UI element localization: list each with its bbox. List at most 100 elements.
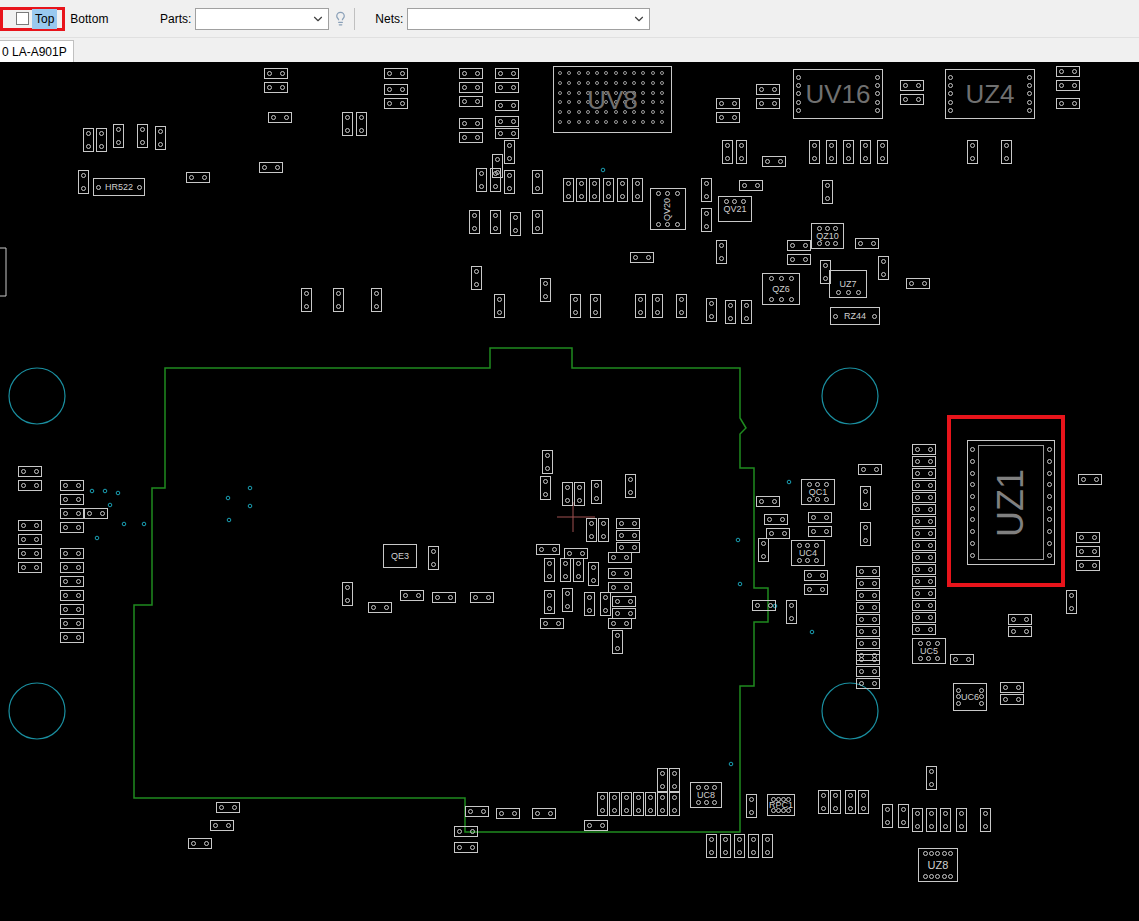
small-part[interactable] (1076, 532, 1100, 543)
small-part[interactable] (186, 172, 210, 183)
small-part[interactable] (860, 140, 871, 164)
small-part[interactable] (60, 576, 84, 587)
small-part[interactable] (544, 558, 555, 582)
small-part[interactable] (877, 140, 888, 164)
small-part[interactable] (259, 162, 283, 173)
small-part[interactable] (882, 804, 893, 828)
small-part[interactable] (428, 546, 439, 570)
small-part[interactable] (210, 820, 234, 831)
small-part[interactable] (598, 518, 609, 542)
small-part[interactable] (137, 124, 148, 148)
small-part[interactable] (766, 528, 790, 539)
layer-toggle[interactable]: Top (0, 7, 65, 31)
small-part[interactable] (616, 530, 640, 541)
small-part[interactable] (586, 518, 597, 542)
small-part[interactable] (532, 210, 543, 234)
small-part[interactable] (342, 112, 353, 136)
small-part[interactable] (459, 82, 483, 93)
small-part[interactable] (752, 600, 776, 611)
small-part[interactable] (716, 240, 727, 264)
small-part[interactable] (60, 632, 84, 643)
small-part[interactable] (584, 820, 608, 831)
board-part[interactable]: UZ8 (918, 848, 958, 882)
small-part[interactable] (845, 790, 856, 814)
small-part[interactable] (490, 210, 501, 234)
small-part[interactable] (264, 82, 288, 93)
small-part[interactable] (741, 300, 752, 324)
small-part[interactable] (532, 808, 556, 819)
small-part[interactable] (787, 254, 811, 265)
small-part[interactable] (856, 566, 880, 577)
small-part[interactable] (454, 842, 478, 853)
lightbulb-icon[interactable] (333, 11, 348, 26)
board-canvas[interactable]: HR522UV8UV16UZ4QV20QV21QZ10QZ6UZ7RZ44QC1… (0, 62, 1139, 921)
small-part[interactable] (657, 768, 668, 792)
layer-checkbox[interactable] (16, 12, 29, 25)
small-part[interactable] (926, 808, 937, 832)
small-part[interactable] (616, 518, 640, 529)
small-part[interactable] (371, 288, 382, 312)
small-part[interactable] (84, 508, 108, 519)
small-part[interactable] (716, 112, 740, 123)
small-part[interactable] (786, 600, 797, 624)
small-part[interactable] (764, 514, 788, 525)
small-part[interactable] (1078, 474, 1102, 485)
small-part[interactable] (856, 578, 880, 589)
small-part[interactable] (808, 526, 832, 537)
small-part[interactable] (384, 84, 408, 95)
small-part[interactable] (762, 156, 786, 167)
small-part[interactable] (597, 792, 608, 816)
small-part[interactable] (818, 790, 829, 814)
small-part[interactable] (600, 592, 611, 616)
small-part[interactable] (60, 508, 84, 519)
small-part[interactable] (544, 590, 555, 614)
small-part[interactable] (652, 294, 663, 318)
small-part[interactable] (495, 100, 519, 111)
small-part[interactable] (603, 178, 614, 202)
small-part[interactable] (912, 516, 936, 527)
small-part[interactable] (60, 522, 84, 533)
small-part[interactable] (60, 604, 84, 615)
small-part[interactable] (856, 626, 880, 637)
small-part[interactable] (858, 464, 882, 475)
small-part[interactable] (912, 624, 936, 635)
small-part[interactable] (510, 212, 521, 236)
small-part[interactable] (465, 806, 489, 817)
combo-box[interactable] (195, 8, 329, 30)
small-part[interactable] (560, 558, 571, 582)
board-part[interactable]: QV21 (718, 196, 752, 222)
small-part[interactable] (494, 294, 505, 318)
small-part[interactable] (18, 548, 42, 559)
small-part[interactable] (60, 562, 84, 573)
small-part[interactable] (912, 468, 936, 479)
small-part[interactable] (748, 834, 759, 858)
small-part[interactable] (454, 826, 478, 837)
small-part[interactable] (83, 128, 94, 152)
small-part[interactable] (912, 576, 936, 587)
small-part[interactable] (616, 542, 640, 553)
small-part[interactable] (609, 792, 620, 816)
board-part[interactable]: RZ44 (830, 307, 880, 325)
small-part[interactable] (60, 480, 84, 491)
small-part[interactable] (858, 790, 869, 814)
small-part[interactable] (856, 590, 880, 601)
small-part[interactable] (536, 544, 560, 555)
small-part[interactable] (301, 288, 312, 312)
small-part[interactable] (504, 170, 515, 194)
small-part[interactable] (906, 278, 930, 289)
board-part[interactable]: QZ10 (811, 223, 844, 249)
small-part[interactable] (912, 528, 936, 539)
small-part[interactable] (470, 592, 494, 603)
small-part[interactable] (822, 180, 833, 204)
small-part[interactable] (804, 570, 828, 581)
board-part[interactable]: QC1 (801, 479, 835, 505)
layer-label[interactable]: Top (32, 9, 57, 29)
small-part[interactable] (368, 602, 392, 613)
small-part[interactable] (898, 804, 909, 828)
small-part[interactable] (18, 520, 42, 531)
small-part[interactable] (612, 630, 623, 654)
board-part[interactable]: UC6 (953, 683, 987, 711)
small-part[interactable] (540, 476, 551, 500)
small-part[interactable] (495, 82, 519, 93)
small-part[interactable] (1076, 560, 1100, 571)
